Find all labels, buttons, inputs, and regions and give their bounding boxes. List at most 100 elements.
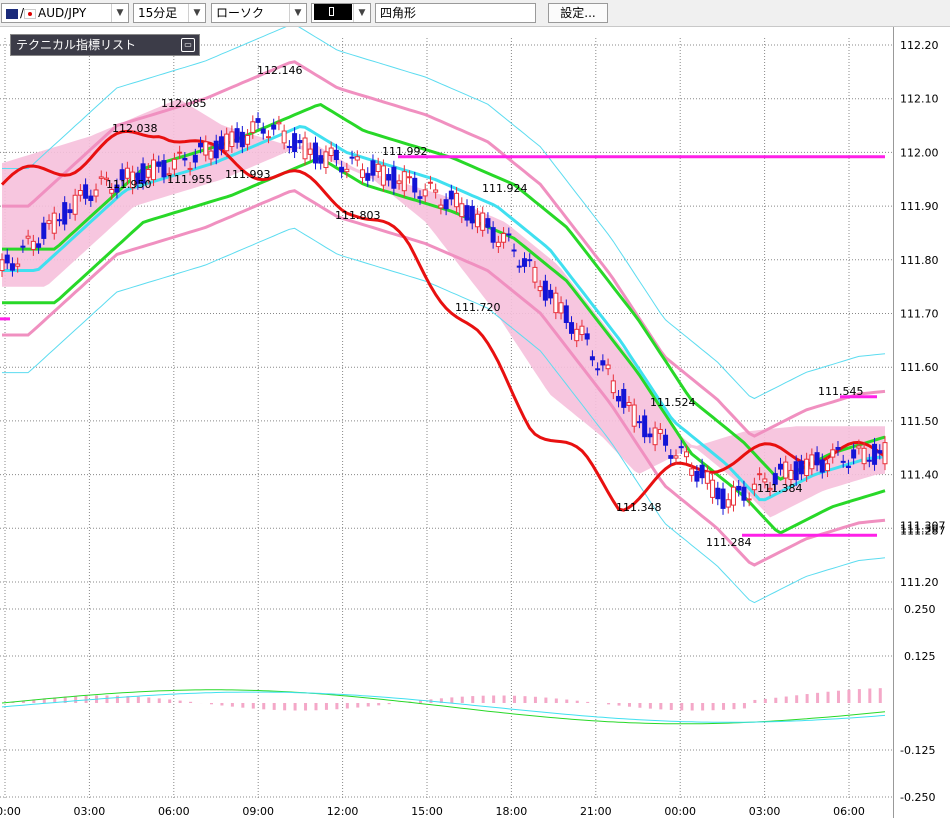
chevron-down-icon[interactable]: ▼ (188, 4, 205, 22)
cloud-area (2, 99, 885, 518)
candle-body (699, 464, 705, 479)
candle-body (563, 305, 569, 324)
candle-body (15, 263, 21, 267)
histogram-bar (293, 703, 297, 711)
candle-body (328, 147, 334, 156)
histogram-bar (868, 688, 872, 703)
histogram-bar (575, 700, 579, 703)
histogram-bar (533, 696, 537, 703)
candle-body (521, 258, 527, 267)
histogram-bar (450, 697, 454, 703)
macd-panel (1, 688, 886, 725)
histogram-bar (669, 703, 673, 710)
histogram-bar (345, 703, 349, 709)
settings-button[interactable]: 設定... (548, 3, 608, 23)
histogram-bar (492, 695, 496, 703)
candle-body (652, 427, 658, 446)
price-tick-label: 111.20 (900, 576, 939, 589)
candle-body (46, 220, 52, 224)
price-label: 111.993 (225, 168, 271, 181)
histogram-bar (115, 695, 119, 703)
candle-body (239, 131, 245, 148)
chevron-down-icon[interactable]: ▼ (289, 4, 306, 22)
candle-body (851, 449, 857, 459)
chevron-down-icon[interactable]: ▼ (111, 4, 128, 22)
chevron-down-icon[interactable]: ▼ (353, 4, 370, 22)
candle-body (793, 461, 799, 481)
candle-body (595, 368, 601, 371)
candle-body (407, 176, 413, 179)
candle-body (490, 227, 496, 243)
price-tick-label-extra: 111.287 (900, 524, 946, 537)
candle-body (333, 149, 339, 161)
candle-body (511, 249, 517, 252)
candle-body (448, 190, 454, 200)
technical-indicator-list[interactable]: テクニカル指標リスト ▭ (10, 34, 200, 56)
timeframe-select[interactable]: 15分足 ▼ (133, 3, 206, 23)
histogram-bar (857, 689, 861, 703)
histogram-bar (178, 700, 182, 703)
candle-body (203, 141, 209, 156)
histogram-bar (84, 695, 88, 703)
histogram-bar (617, 703, 621, 706)
candle-body (631, 404, 637, 427)
histogram-bar (805, 694, 809, 703)
drawing-tool-select[interactable]: ▼ (311, 3, 371, 23)
candle-body (260, 128, 266, 134)
candle-body (56, 219, 62, 222)
candle-body (286, 146, 292, 149)
chart-area: 112.146 112.085112.038 111.950 111.955 111.9… (0, 27, 946, 818)
chart-type-select[interactable]: ローソク ▼ (211, 3, 307, 23)
candle-body (736, 485, 742, 491)
time-axis: 00:00 03:00 06:00 09:00 12:00 15:00 18:00 21:00… (0, 805, 865, 818)
candle-body (663, 434, 669, 446)
bollinger-band-line (2, 227, 886, 604)
candle-body (469, 205, 475, 224)
histogram-bar (784, 696, 788, 703)
candle-body (354, 156, 360, 161)
candle-body (218, 136, 224, 150)
candle-body (610, 380, 616, 394)
histogram-bar (335, 703, 339, 710)
histogram-bar (774, 697, 778, 703)
candle-body (443, 199, 449, 210)
histogram-bar (742, 703, 746, 709)
candle-body (746, 498, 752, 501)
candle-body (809, 454, 815, 470)
histogram-bar (878, 688, 882, 703)
symbol-select[interactable]: / AUD/JPY ▼ (1, 3, 129, 23)
candle-body (0, 259, 5, 272)
time-tick-label: 12:00 (327, 805, 359, 818)
candle-body (297, 140, 303, 144)
time-tick-label: 00:00 (664, 805, 696, 818)
histogram-bar (816, 692, 820, 703)
histogram-bar (680, 703, 684, 711)
candle-body (636, 421, 642, 424)
candle-body (725, 499, 731, 508)
candle-body (25, 235, 31, 239)
histogram-bar (324, 703, 328, 710)
candle-body (866, 459, 872, 462)
candle-body (182, 157, 188, 161)
oscillator-tick-label: 0.125 (904, 650, 936, 663)
histogram-bar (460, 696, 464, 703)
time-tick-label: 15:00 (411, 805, 443, 818)
candle-body (93, 189, 99, 197)
candle-body (77, 189, 83, 196)
candle-body (318, 155, 324, 164)
histogram-bar (586, 701, 590, 703)
candle-body (171, 158, 177, 170)
histogram-bar (283, 703, 287, 711)
collapse-icon[interactable]: ▭ (181, 38, 195, 52)
candle-body (422, 189, 428, 197)
drawing-tool-value: 四角形 (380, 6, 417, 20)
price-tick-label: 112.10 (900, 93, 939, 106)
candle-body (710, 479, 716, 498)
candle-body (537, 286, 543, 292)
candle-body (783, 461, 789, 479)
price-label: 111.955 (167, 173, 213, 186)
histogram-bar (272, 703, 276, 710)
candle-body (506, 233, 512, 236)
histogram-bar (241, 703, 245, 708)
candle-body (224, 133, 230, 152)
